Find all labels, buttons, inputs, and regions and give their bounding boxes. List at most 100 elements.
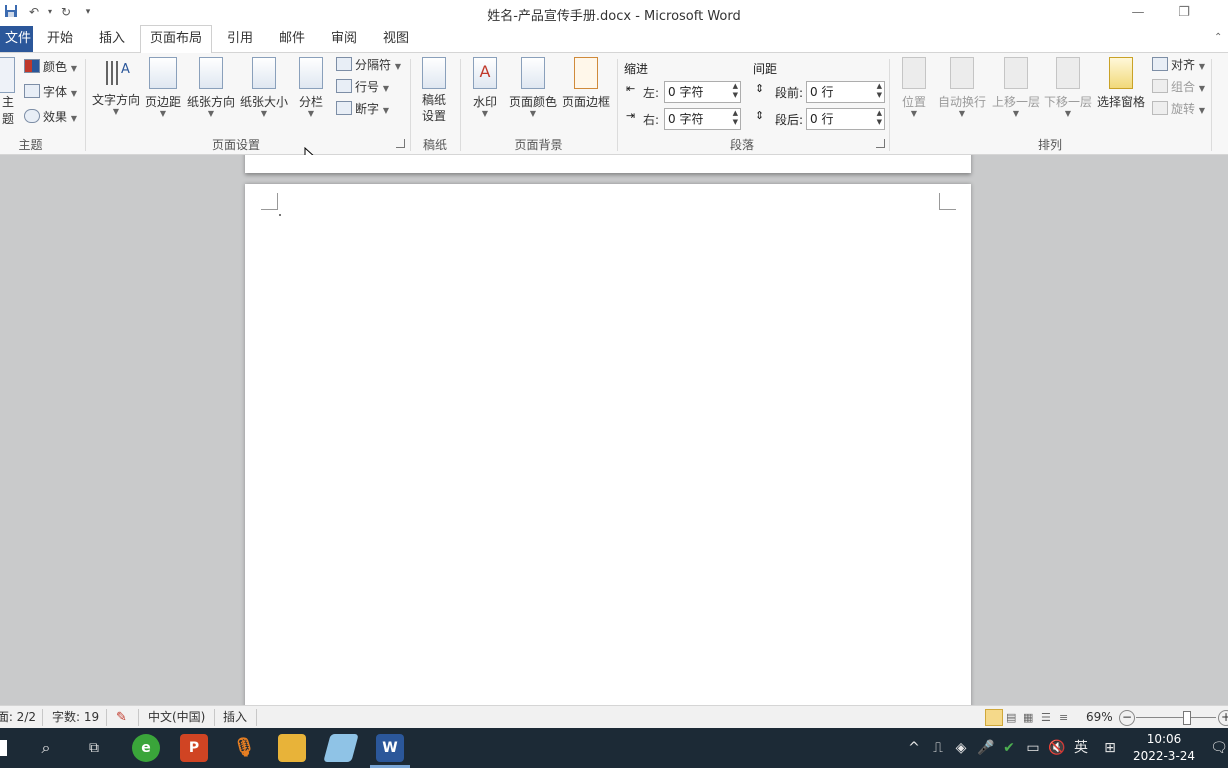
columns-button[interactable]: 分栏 ▼ — [294, 55, 328, 119]
themes-button-label[interactable]: 主题 — [0, 93, 14, 127]
orientation-button[interactable]: 纸张方向 ▼ — [186, 55, 236, 119]
insert-mode[interactable]: 插入 — [223, 709, 247, 726]
ime-mode-icon[interactable]: ⊞ — [1101, 738, 1119, 758]
recorder-icon[interactable]: 🎙 — [230, 734, 258, 762]
page-size-button[interactable]: 纸张大小 ▼ — [239, 55, 289, 119]
bring-forward-button[interactable]: 上移一层 ▼ — [990, 55, 1042, 119]
indent-right-input[interactable]: 0 字符 ▲ ▼ — [664, 108, 741, 130]
rotate-button[interactable]: 旋转 ▼ — [1152, 99, 1205, 119]
tab-file[interactable]: 文件 — [0, 26, 33, 52]
zoom-slider-thumb[interactable] — [1182, 711, 1191, 725]
divider — [256, 709, 257, 726]
security-icon[interactable]: ◈ — [953, 738, 969, 758]
ribbon: 主题 颜色 ▼ 字体 ▼ 效果 ▼ 主题 A 文字方向 ▼ 页边距 ▼ 纸张方向… — [0, 53, 1228, 155]
themes-icon[interactable] — [0, 57, 15, 93]
zoom-level[interactable]: 69% — [1086, 709, 1113, 726]
theme-fonts-button[interactable]: 字体 ▼ — [24, 82, 77, 102]
tab-view[interactable]: 视图 — [376, 26, 416, 52]
spinner-arrows-icon[interactable]: ▲ ▼ — [733, 109, 738, 127]
group-label-themes: 主题 — [18, 138, 43, 152]
web-layout-view-icon[interactable]: ▦ — [1023, 709, 1033, 726]
theme-colors-button[interactable]: 颜色 ▼ — [24, 57, 77, 77]
current-page[interactable] — [245, 184, 971, 705]
previous-page[interactable] — [245, 155, 971, 173]
manuscript-settings-button[interactable]: 稿纸 设置 — [416, 55, 452, 123]
outline-view-icon[interactable]: ☰ — [1041, 709, 1051, 726]
align-button[interactable]: 对齐 ▼ — [1152, 55, 1205, 75]
chevron-down-icon: ▼ — [112, 107, 120, 116]
selection-pane-icon — [1109, 57, 1133, 89]
notifications-icon[interactable]: 🗨 — [1210, 738, 1228, 758]
restore-button[interactable]: ❐ — [1170, 4, 1198, 22]
browser-360-icon[interactable]: e — [132, 734, 160, 762]
print-layout-view-icon[interactable] — [985, 709, 1003, 726]
ime-indicator[interactable]: 英 — [1072, 738, 1090, 758]
hyphenation-icon — [336, 101, 352, 115]
tab-insert[interactable]: 插入 — [92, 26, 132, 52]
text-direction-button[interactable]: A 文字方向 ▼ — [90, 55, 142, 117]
page-count[interactable]: 页面: 2/2 — [0, 709, 36, 726]
orientation-icon — [199, 57, 223, 89]
wrap-text-button[interactable]: 自动换行 ▼ — [936, 55, 988, 119]
theme-effects-button[interactable]: 效果 ▼ — [24, 107, 77, 127]
show-hidden-icons-icon[interactable]: ^ — [906, 738, 922, 758]
tab-review[interactable]: 审阅 — [324, 26, 364, 52]
margin-corner-mark — [261, 193, 278, 210]
clock[interactable]: 10:06 2022-3-24 — [1128, 731, 1200, 765]
spacing-after-input[interactable]: 0 行 ▲ ▼ — [806, 108, 885, 130]
status-bar: 页面: 2/2 字数: 19 ✎ 中文(中国) 插入 ▤ ▦ ☰ ≡ 69% −… — [0, 705, 1228, 729]
language-indicator[interactable]: 中文(中国) — [148, 709, 205, 726]
search-icon[interactable]: ⌕ — [34, 738, 58, 758]
send-backward-button[interactable]: 下移一层 ▼ — [1042, 55, 1094, 119]
spacing-after-icon: ⇕ — [755, 109, 765, 122]
selection-pane-button[interactable]: 选择窗格 — [1095, 55, 1147, 109]
usb-icon[interactable]: ⎍ — [930, 738, 946, 758]
hyphenation-button[interactable]: 断字 ▼ — [336, 99, 389, 119]
file-explorer-icon[interactable] — [278, 734, 306, 762]
page-setup-launcher-icon[interactable] — [396, 139, 405, 148]
zoom-out-button[interactable]: − — [1119, 710, 1135, 726]
zoom-slider-track[interactable] — [1136, 717, 1216, 718]
minimize-button[interactable]: — — [1124, 4, 1152, 22]
zoom-in-button[interactable]: + — [1218, 710, 1228, 726]
indent-left-input[interactable]: 0 字符 ▲ ▼ — [664, 81, 741, 103]
tab-page-layout[interactable]: 页面布局 — [140, 25, 212, 54]
group-objects-button[interactable]: 组合 ▼ — [1152, 77, 1205, 97]
word-icon[interactable]: W — [376, 734, 404, 762]
task-view-icon[interactable]: ⧉ — [82, 738, 106, 758]
margins-label: 页边距 — [144, 95, 181, 109]
clock-date: 2022-3-24 — [1132, 749, 1196, 763]
full-screen-reading-view-icon[interactable]: ▤ — [1006, 709, 1016, 726]
notepad-icon[interactable] — [323, 734, 359, 762]
spinner-arrows-icon[interactable]: ▲ ▼ — [877, 82, 882, 100]
tab-home[interactable]: 开始 — [40, 26, 80, 52]
breaks-button[interactable]: 分隔符 ▼ — [336, 55, 401, 75]
page-borders-button[interactable]: 页面边框 — [560, 55, 612, 109]
breaks-label: 分隔符 — [355, 58, 392, 72]
proofing-icon[interactable]: ✎ — [116, 709, 127, 726]
position-button[interactable]: 位置 ▼ — [896, 55, 932, 119]
spinner-arrows-icon[interactable]: ▲ ▼ — [733, 82, 738, 100]
volume-muted-icon[interactable]: 🔇 — [1048, 738, 1066, 758]
theme-fonts-label: 字体 — [43, 85, 68, 99]
margins-button[interactable]: 页边距 ▼ — [143, 55, 183, 119]
antivirus-icon[interactable]: ✔ — [1001, 738, 1017, 758]
word-count[interactable]: 字数: 19 — [52, 709, 99, 726]
indent-right-icon: ⇥ — [626, 109, 636, 122]
microphone-icon[interactable]: 🎤 — [977, 738, 994, 758]
start-button-icon[interactable] — [0, 740, 7, 756]
spacing-before-input[interactable]: 0 行 ▲ ▼ — [806, 81, 885, 103]
line-numbers-button[interactable]: 行号 ▼ — [336, 77, 389, 97]
document-area[interactable] — [0, 155, 1228, 705]
group-label-paragraph: 段落 — [729, 138, 754, 152]
draft-view-icon[interactable]: ≡ — [1059, 709, 1068, 726]
spinner-arrows-icon[interactable]: ▲ ▼ — [877, 109, 882, 127]
tab-references[interactable]: 引用 — [220, 26, 260, 52]
collapse-ribbon-icon[interactable]: ⌃ — [1214, 32, 1222, 43]
page-color-button[interactable]: 页面颜色 ▼ — [507, 55, 559, 119]
watermark-button[interactable]: A 水印 ▼ — [466, 55, 504, 119]
network-icon[interactable]: ▭ — [1025, 738, 1041, 758]
paragraph-launcher-icon[interactable] — [876, 139, 885, 148]
tab-mailings[interactable]: 邮件 — [272, 26, 312, 52]
powerpoint-icon[interactable]: P — [180, 734, 208, 762]
